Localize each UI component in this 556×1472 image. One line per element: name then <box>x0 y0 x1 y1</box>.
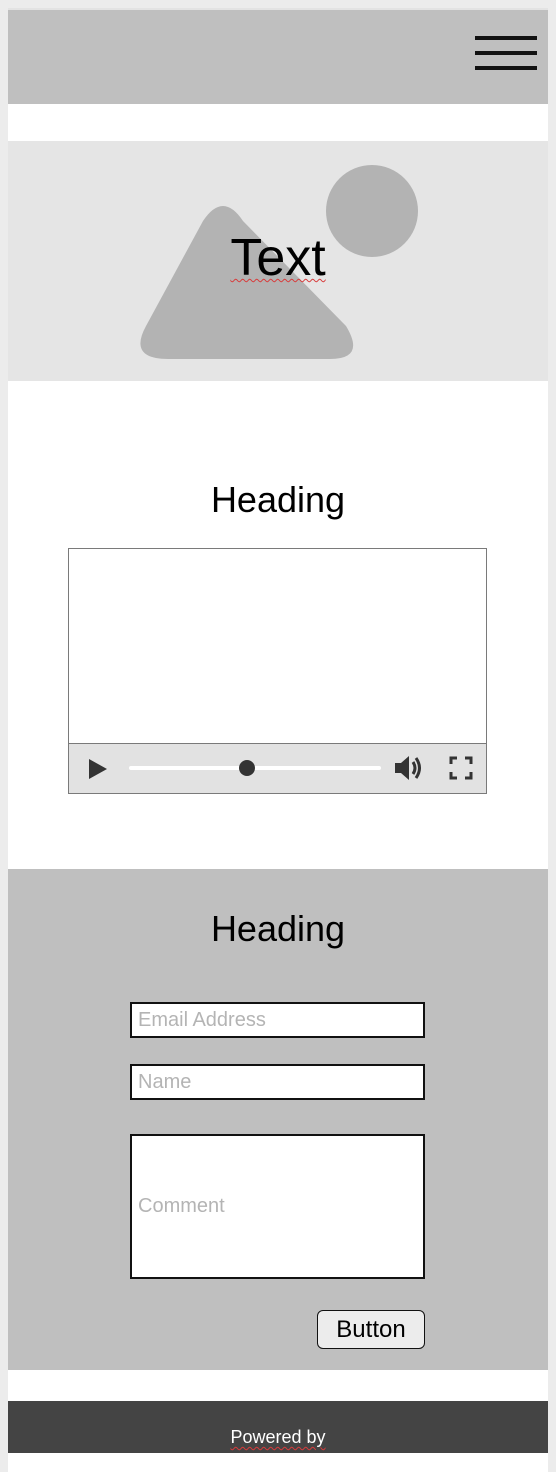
contact-form: Heading Button <box>8 869 548 1370</box>
hamburger-menu-icon[interactable] <box>475 36 537 74</box>
name-field[interactable] <box>130 1064 425 1100</box>
comment-field[interactable] <box>130 1134 425 1279</box>
hero-text: Text <box>230 229 326 287</box>
fullscreen-icon[interactable] <box>449 756 473 780</box>
header <box>8 8 548 104</box>
play-icon[interactable] <box>89 759 107 779</box>
seek-thumb[interactable] <box>239 760 256 776</box>
email-field[interactable] <box>130 1002 425 1038</box>
seek-bar[interactable] <box>129 760 381 776</box>
footer: Powered by <box>8 1401 548 1453</box>
form-heading: Heading <box>210 908 346 949</box>
hero-image: Text <box>8 141 548 381</box>
video-player[interactable] <box>68 548 487 794</box>
page: Text Heading Heading Button Powered by <box>8 8 548 1472</box>
video-controls <box>69 743 486 793</box>
volume-icon[interactable] <box>393 753 425 783</box>
footer-text: Powered by <box>230 1427 326 1447</box>
submit-button[interactable]: Button <box>317 1310 425 1349</box>
section-heading: Heading <box>210 479 346 520</box>
